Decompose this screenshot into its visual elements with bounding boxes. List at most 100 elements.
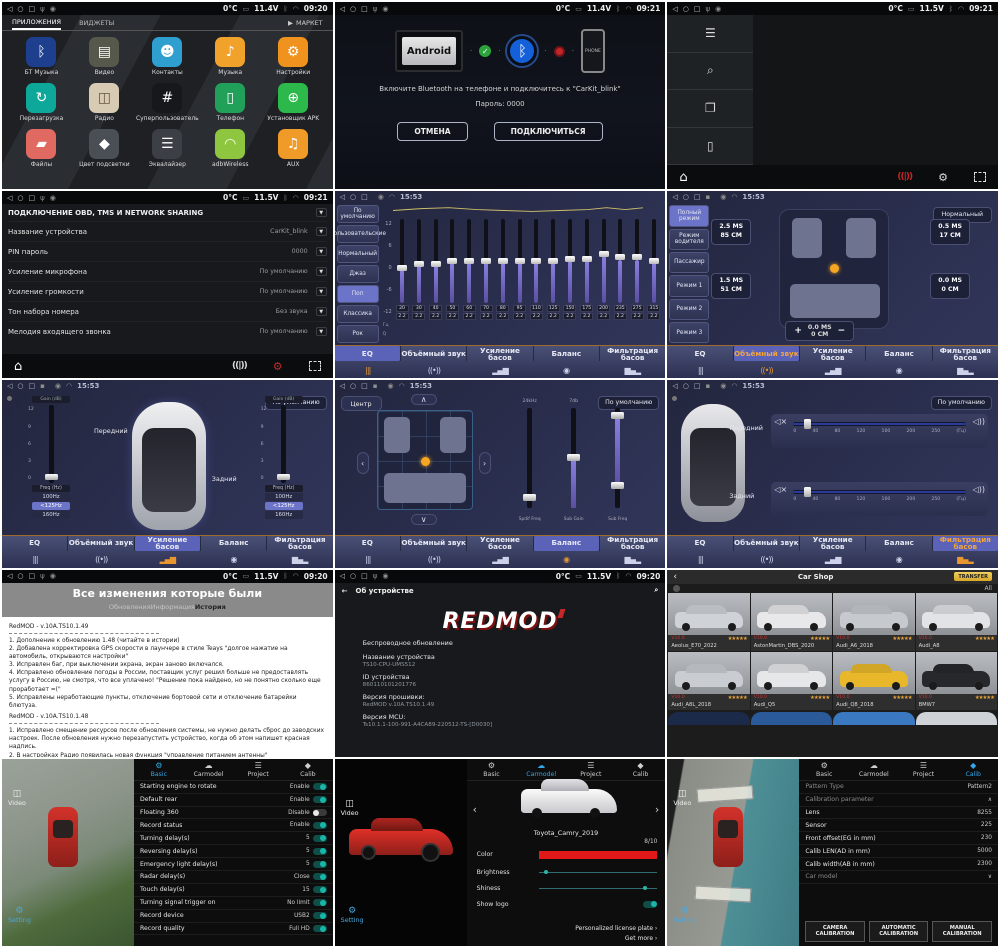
mute-icon[interactable]: ◁× [774,485,787,494]
arrow-left-button[interactable]: ‹ [357,452,369,474]
toggle[interactable] [643,901,657,908]
settings-row[interactable]: Front offset(EG in mm) 230 [799,832,998,845]
tab-apps[interactable]: ПРИЛОЖЕНИЯ [12,15,61,30]
chevron-down-icon[interactable]: ▼ [316,327,327,336]
car-card-partial[interactable] [833,712,914,725]
camera-tab[interactable]: ◆ Calib [283,759,333,780]
app-shortcut[interactable]: ♪ Музыка [199,37,262,76]
get-more-link[interactable]: Get more › [625,935,657,942]
audio-tab-icon[interactable]: ▂▄▆ [467,551,533,568]
home-circle-icon[interactable]: ○ [350,5,356,13]
slider-knob[interactable] [397,265,407,271]
audio-tab[interactable]: Объёмный звук [400,536,466,551]
preset-item[interactable]: Классика [337,305,379,323]
arrow-down-button[interactable]: ∨ [411,514,437,525]
back-icon[interactable]: ◁ [672,193,677,201]
toggle[interactable] [313,925,327,932]
brightness-slider[interactable] [539,872,657,873]
camera-tab[interactable]: ☁ Carmodel [849,759,899,780]
back-icon[interactable]: ◁ [340,382,345,390]
playlist-icon[interactable]: ☰ [667,15,753,53]
gain-track[interactable] [49,405,54,483]
settings-row[interactable]: Floating 360 Disable [134,807,333,820]
home-circle-icon[interactable]: ○ [17,572,23,580]
audio-tab-icon[interactable]: ((•)) [733,361,799,378]
home-icon[interactable]: ⌂ [679,170,687,185]
camera-tab[interactable]: ◆ Calib [948,759,998,780]
color-swatch[interactable] [539,851,657,859]
band-slider[interactable] [518,219,522,303]
band-slider[interactable] [652,219,656,303]
recents-icon[interactable]: □ [29,572,36,580]
recents-icon[interactable]: □ [29,382,36,390]
app-shortcut[interactable]: ▰ Файлы [10,129,73,168]
car-card[interactable]: V10.0 ★★★★★ Audi_A8L_2018 [668,652,749,710]
camera-tab[interactable]: ⚙ Basic [134,759,184,780]
default-button[interactable]: По умолчанию [931,396,992,410]
plus-button[interactable]: + [794,326,802,336]
band-slider[interactable] [618,219,622,303]
settings-row[interactable]: Record device USB2 [134,910,333,923]
audio-tab-icon[interactable]: ||| [335,361,401,378]
slider-knob[interactable] [599,251,609,257]
car-card[interactable]: V10.0 ★★★★★ Aeolus_E70_2022 [668,593,749,651]
back-icon[interactable]: ◁ [340,5,345,13]
app-shortcut[interactable]: # Суперпользователь [136,83,199,122]
audio-tab-icon[interactable]: ||| [667,361,733,378]
back-arrow-icon[interactable]: ← [342,587,348,595]
audio-tab[interactable]: Усиление басов [799,536,865,551]
settings-row[interactable]: Record quality Full HD [134,923,333,936]
delay-rear-right[interactable]: 0.0 MS0 CM [930,273,970,298]
home-icon[interactable]: ⌂ [14,359,22,374]
settings-row[interactable]: Reversing delay(s) 5 [134,845,333,858]
rf-antenna-icon[interactable]: ((|)) [232,361,247,371]
audio-tab-icon[interactable]: ▂▄▆ [800,551,866,568]
changelog-tab[interactable]: История [195,603,226,617]
settings-row[interactable]: Мелодия входящего звонка По умолчанию ▼ [8,321,327,341]
car-card[interactable]: V10.0 ★★★★★ Audi_A8 [916,593,997,651]
grid-apps-icon[interactable] [309,361,321,371]
arrow-up-button[interactable]: ∧ [411,394,437,405]
minus-button[interactable]: − [838,326,846,336]
home-circle-icon[interactable]: ○ [17,382,23,390]
listening-position-dot[interactable] [830,264,839,273]
mode-item[interactable]: Режим 2 [669,299,709,320]
car-card[interactable]: V10.0 ★★★★★ AstonMartin_DBS_2020 [751,593,832,651]
slider-knob[interactable] [431,261,441,267]
settings-row[interactable]: Starting engine to rotate Enable [134,781,333,794]
back-icon[interactable]: ◁ [7,5,12,13]
slider-knob[interactable] [611,412,624,419]
default-button[interactable]: По умолчанию [598,396,659,410]
audio-tab[interactable]: EQ [335,346,400,361]
setting-button[interactable]: ⚙Setting [8,906,31,924]
recents-icon[interactable]: □ [694,5,701,13]
audio-tab-icon[interactable]: ((•)) [733,551,799,568]
settings-row[interactable]: Усиление микрофона По умолчанию ▼ [8,261,327,281]
audio-tab-icon[interactable]: ▆▄▂ [599,361,665,378]
license-plate-link[interactable]: Personalized license plate › [575,925,657,932]
audio-tab[interactable]: EQ [667,536,732,551]
audio-tab[interactable]: Усиление басов [466,536,532,551]
app-shortcut[interactable]: ▯ Телефон [199,83,262,122]
toggle[interactable] [313,873,327,880]
recents-icon[interactable]: □ [361,5,368,13]
toggle[interactable] [313,783,327,790]
toggle[interactable] [313,796,327,803]
slider-knob[interactable] [565,256,575,262]
search-icon[interactable]: ⌕ [654,586,658,595]
freq-option[interactable]: 160Hz [265,511,303,519]
slider-knob[interactable] [531,258,541,264]
video-button[interactable]: ◫Video [341,799,359,817]
band-slider[interactable] [417,219,421,303]
delay-front-right[interactable]: 0.5 MS17 CM [930,219,970,244]
connect-button[interactable]: ПОДКЛЮЧИТЬСЯ [494,122,603,141]
toggle[interactable] [313,822,327,829]
band-slider[interactable] [484,219,488,303]
audio-tab-icon[interactable]: ((•)) [68,551,134,568]
audio-tab-icon[interactable]: ◉ [533,361,599,378]
audio-tab[interactable]: Баланс [533,536,599,551]
toggle[interactable] [313,861,327,868]
settings-row[interactable]: Car model ∨ [799,871,998,884]
chevron-down-icon[interactable]: ▼ [316,267,327,276]
balance-grid[interactable] [377,410,473,510]
